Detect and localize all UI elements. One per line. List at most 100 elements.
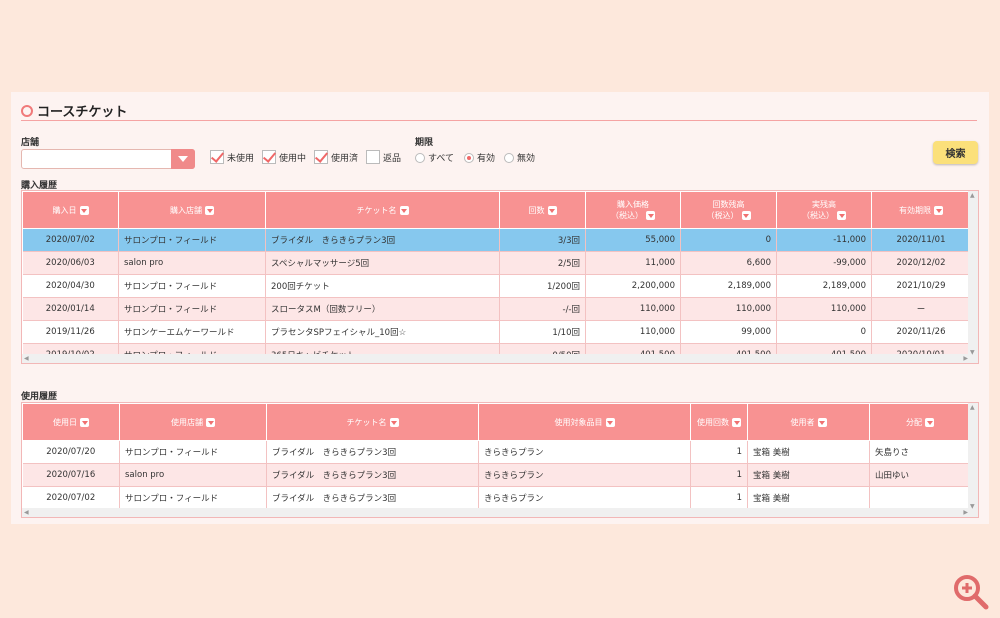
radio-invalid[interactable]: 無効 — [504, 151, 535, 164]
sort-icon[interactable] — [646, 211, 655, 220]
table-cell: サロンプロ・フィールド — [118, 228, 266, 252]
table-row[interactable]: 2019/11/26 サロンケーエムケーワールド プラセンタSPフェイシャル_10回… — [22, 320, 971, 344]
column-header[interactable]: 回数残高 （税込） — [680, 191, 777, 229]
table-cell: 2020/07/20 — [22, 440, 120, 464]
column-header-label: 使用回数 — [697, 417, 729, 427]
checkbox-in-use[interactable]: 使用中 — [262, 150, 306, 164]
checkbox-icon — [366, 150, 380, 164]
table-cell: 99,000 — [680, 320, 777, 344]
scroll-up-icon[interactable]: ▲ — [970, 192, 975, 199]
column-header[interactable]: チケット名 — [266, 403, 479, 441]
table-cell: きらきらプラン — [478, 440, 691, 464]
sort-icon[interactable] — [934, 205, 943, 215]
column-header[interactable]: 分配 — [869, 403, 971, 441]
table-cell: -/-回 — [499, 297, 586, 321]
sort-icon[interactable] — [389, 417, 399, 427]
column-header-label: 分配 — [906, 417, 922, 427]
column-header[interactable]: 回数 — [499, 191, 586, 229]
column-header[interactable]: 実残高 （税込） — [776, 191, 872, 229]
sort-icon[interactable] — [206, 417, 215, 427]
column-header-label: 使用者 — [790, 417, 815, 427]
purchase-table: 購入日 購入店舗 チケット名 回数 購入価格 （税込） 回数残高 （税込） 実残高 （税込） 有効期… — [22, 191, 971, 363]
scroll-up-icon[interactable]: ▲ — [970, 404, 975, 411]
table-row[interactable]: 2020/07/02 サロンプロ・フィールド ブライダル きらきらプラン3回 きらきら… — [22, 486, 971, 510]
sort-icon[interactable] — [205, 205, 214, 215]
scroll-right-icon[interactable]: ▶ — [963, 355, 968, 362]
vertical-scrollbar[interactable]: ▲ ▼ — [968, 403, 978, 517]
column-header[interactable]: チケット名 — [265, 191, 500, 229]
table-cell: 2020/11/26 — [871, 320, 971, 344]
table-cell: -11,000 — [776, 228, 872, 252]
checkbox-icon — [314, 150, 328, 164]
scroll-left-icon[interactable]: ◀ — [24, 355, 29, 362]
scroll-left-icon[interactable]: ◀ — [24, 509, 29, 516]
table-cell: 110,000 — [585, 320, 681, 344]
table-cell: 2020/01/14 — [22, 297, 119, 321]
column-header[interactable]: 使用対象品目 — [478, 403, 691, 441]
table-cell: 2/5回 — [499, 251, 586, 275]
title-divider — [21, 120, 977, 121]
column-header[interactable]: 使用店舗 — [119, 403, 267, 441]
store-select[interactable] — [21, 149, 195, 169]
column-header[interactable]: 有効期限 — [871, 191, 971, 229]
column-header-label: チケット名 — [356, 205, 397, 215]
table-cell: 1/200回 — [499, 274, 586, 298]
table-cell: 55,000 — [585, 228, 681, 252]
sort-icon[interactable] — [605, 417, 615, 427]
table-row[interactable]: 2020/07/02 サロンプロ・フィールド ブライダル きらきらプラン3回 3/3回… — [22, 228, 971, 252]
table-cell: 2020/07/02 — [22, 228, 119, 252]
checkbox-returned[interactable]: 返品 — [366, 150, 401, 164]
table-cell: 1 — [690, 463, 748, 487]
table-cell: 宝箱 美樹 — [747, 463, 870, 487]
scroll-down-icon[interactable]: ▼ — [970, 503, 975, 510]
column-header[interactable]: 購入日 — [22, 191, 119, 229]
column-header-label: （税込） — [611, 211, 643, 220]
table-cell: ー — [871, 297, 971, 321]
period-label: 期限 — [415, 138, 434, 148]
column-header[interactable]: 購入価格 （税込） — [585, 191, 681, 229]
checkbox-icon — [210, 150, 224, 164]
column-header[interactable]: 購入店舗 — [118, 191, 266, 229]
sort-icon[interactable] — [741, 211, 751, 220]
column-header[interactable]: 使用者 — [747, 403, 870, 441]
store-dropdown-button[interactable] — [171, 149, 195, 169]
sort-icon[interactable] — [547, 205, 557, 215]
sort-icon[interactable] — [925, 417, 934, 427]
table-cell: 2020/11/01 — [871, 228, 971, 252]
table-cell: プラセンタSPフェイシャル_10回☆ — [265, 320, 500, 344]
column-header[interactable]: 使用回数 — [690, 403, 748, 441]
checkbox-used[interactable]: 使用済 — [314, 150, 358, 164]
table-cell: 2019/11/26 — [22, 320, 119, 344]
usage-history-label: 使用履歴 — [21, 392, 58, 402]
column-header[interactable]: 使用日 — [22, 403, 120, 441]
table-cell: 宝箱 美樹 — [747, 440, 870, 464]
sort-icon[interactable] — [837, 211, 846, 220]
scroll-down-icon[interactable]: ▼ — [970, 349, 975, 356]
table-row[interactable]: 2020/07/20 サロンプロ・フィールド ブライダル きらきらプラン3回 きらきら… — [22, 440, 971, 464]
table-row[interactable]: 2020/04/30 サロンプロ・フィールド 200回チケット 1/200回 2,200… — [22, 274, 971, 298]
sort-icon[interactable] — [80, 417, 89, 427]
sort-icon[interactable] — [399, 205, 409, 215]
radio-valid[interactable]: 有効 — [464, 151, 495, 164]
horizontal-scrollbar[interactable]: ◀ ▶ — [22, 354, 970, 363]
radio-label: すべて — [428, 154, 455, 164]
checkbox-label: 使用済 — [331, 153, 359, 164]
horizontal-scrollbar[interactable]: ◀ ▶ — [22, 508, 970, 517]
scroll-right-icon[interactable]: ▶ — [963, 509, 968, 516]
search-button[interactable]: 検索 — [933, 141, 978, 164]
vertical-scrollbar[interactable]: ▲ ▼ — [968, 191, 978, 363]
table-row[interactable]: 2020/06/03 salon pro スペシャルマッサージ5回 2/5回 11,00… — [22, 251, 971, 275]
table-cell: 0 — [776, 320, 872, 344]
checkbox-label: 返品 — [383, 153, 402, 164]
table-row[interactable]: 2020/07/16 salon pro ブライダル きらきらプラン3回 きらきらプラ… — [22, 463, 971, 487]
table-cell: salon pro — [119, 463, 267, 487]
checkbox-unused[interactable]: 未使用 — [210, 150, 254, 164]
table-cell: 山田ゆい — [869, 463, 971, 487]
sort-icon[interactable] — [817, 417, 827, 427]
sort-icon[interactable] — [79, 205, 89, 215]
table-cell: 6,600 — [680, 251, 777, 275]
zoom-in-icon[interactable] — [950, 571, 990, 611]
sort-icon[interactable] — [732, 417, 741, 427]
radio-all[interactable]: すべて — [415, 151, 454, 164]
table-row[interactable]: 2020/01/14 サロンプロ・フィールド スロータスM（回数フリー） -/-回 11… — [22, 297, 971, 321]
